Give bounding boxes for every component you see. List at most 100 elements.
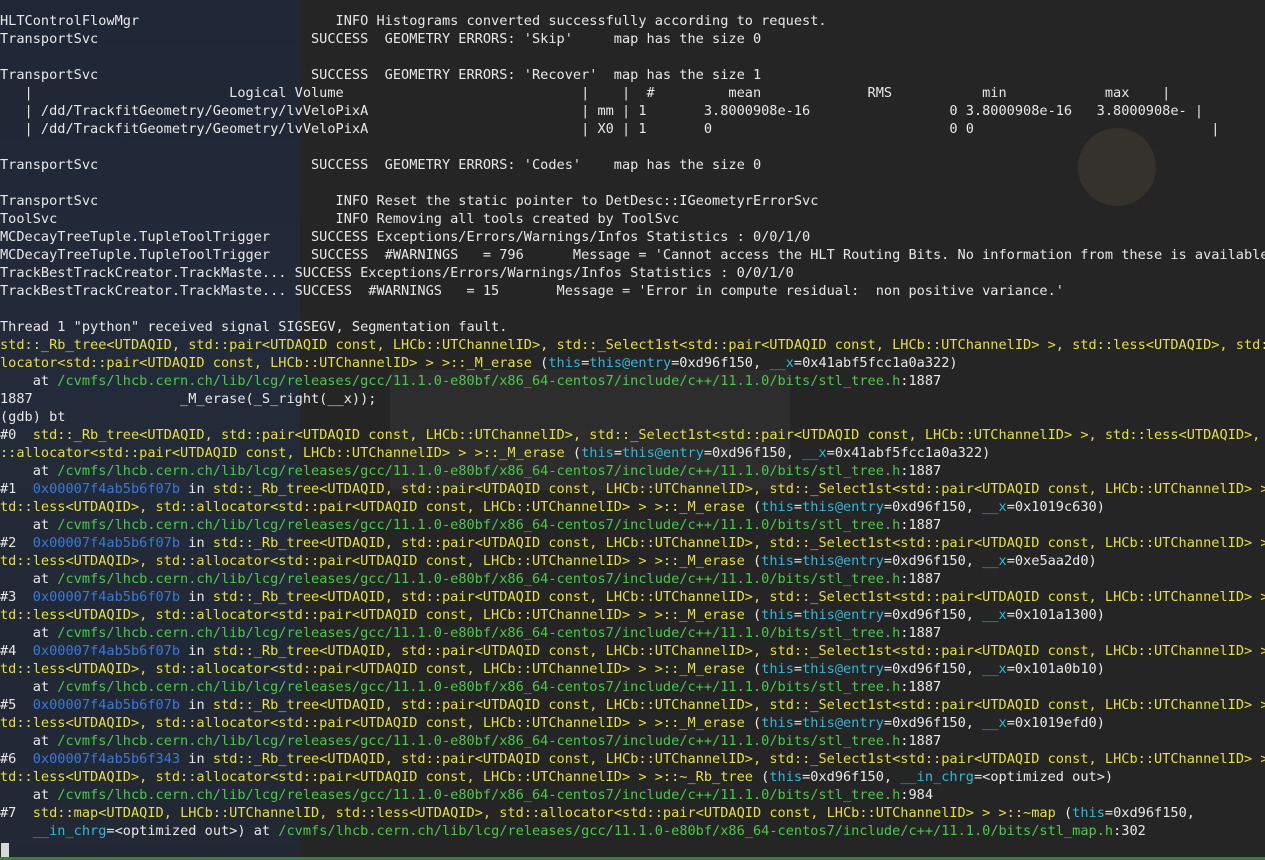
terminal-text-segment: /cvmfs/lhcb.cern.ch/lib/lcg/releases/gcc… <box>57 733 901 749</box>
terminal-text-segment: TransportSvc INFO Reset the static point… <box>0 193 819 209</box>
terminal-line: at /cvmfs/lhcb.cern.ch/lib/lcg/releases/… <box>0 372 1265 390</box>
terminal-text-segment: ( <box>744 715 762 731</box>
terminal-text-segment: this <box>761 607 794 623</box>
terminal-text-segment: =0xd96f150, <box>883 715 983 731</box>
terminal-text-segment: this <box>761 553 794 569</box>
terminal-text-segment: ( <box>744 553 762 569</box>
terminal-text-segment: in <box>180 697 213 713</box>
terminal-text-segment: :1887 <box>900 733 942 749</box>
terminal-line: std::_Rb_tree<UTDAQID, std::pair<UTDAQID… <box>0 336 1265 354</box>
terminal-text-segment: this <box>761 499 794 515</box>
terminal-text-segment: :1887 <box>900 625 942 641</box>
terminal-text-segment: #4 <box>0 643 33 659</box>
terminal-line: at /cvmfs/lhcb.cern.ch/lib/lcg/releases/… <box>0 516 1265 534</box>
terminal-text-segment: std::_Rb_tree<UTDAQID, std::pair<UTDAQID… <box>212 589 1265 605</box>
terminal-text-segment: =0xd96f150, <box>1104 805 1195 821</box>
terminal-line: TransportSvc SUCCESS GEOMETRY ERRORS: 'R… <box>0 66 1265 84</box>
terminal-text-segment: TransportSvc SUCCESS GEOMETRY ERRORS: 'C… <box>0 157 762 173</box>
terminal-text-segment: at <box>0 679 58 695</box>
terminal-line: ::allocator<std::pair<UTDAQID const, LHC… <box>0 444 1265 462</box>
terminal-text-segment: this <box>761 715 794 731</box>
terminal-text-segment: this@entry <box>802 715 884 731</box>
terminal-line: ToolSvc INFO Removing all tools created … <box>0 210 1265 228</box>
terminal-text-segment: =0xd96f150, <box>883 499 983 515</box>
terminal-text-segment: in <box>180 589 213 605</box>
terminal-text-segment: __x <box>802 445 827 461</box>
terminal-line: locator<std::pair<UTDAQID const, LHCb::U… <box>0 354 1265 372</box>
terminal-line: #7 std::map<UTDAQID, LHCb::UTChannelID, … <box>0 804 1265 822</box>
terminal-text-segment: #7 <box>0 805 33 821</box>
terminal-text-segment: /cvmfs/lhcb.cern.ch/lib/lcg/releases/gcc… <box>57 463 901 479</box>
terminal-text-segment: (gdb) bt <box>0 409 66 425</box>
terminal-text-segment: at <box>0 787 58 803</box>
terminal-text-segment: =0xe5aa2d0) <box>1006 553 1097 569</box>
terminal-text-segment: HLTControlFlowMgr INFO Histograms conver… <box>0 13 827 29</box>
terminal-text-segment: td::less<UTDAQID>, std::allocator<std::p… <box>0 715 745 731</box>
terminal-text-segment: std::_Rb_tree<UTDAQID, std::pair<UTDAQID… <box>32 427 1265 443</box>
terminal-text-segment: =0xd96f150, <box>883 553 983 569</box>
terminal-line: td::less<UTDAQID>, std::allocator<std::p… <box>0 660 1265 678</box>
terminal-text-segment: = <box>793 607 803 623</box>
terminal-text-segment: std::_Rb_tree<UTDAQID, std::pair<UTDAQID… <box>212 697 1265 713</box>
terminal-text-segment: this@entry <box>802 661 884 677</box>
terminal-text-segment: this <box>769 769 803 785</box>
terminal-text-segment: = <box>793 715 803 731</box>
terminal-text-segment: :1887 <box>900 679 942 695</box>
terminal-text-segment: =0xd96f150, <box>802 769 901 785</box>
terminal-text-segment: in <box>180 751 213 767</box>
terminal-text-segment: =0x41abf5fcc1a0a322) <box>826 445 991 461</box>
terminal-text-segment: = <box>793 499 803 515</box>
terminal-text-segment: #6 <box>0 751 33 767</box>
terminal-text-segment: /cvmfs/lhcb.cern.ch/lib/lcg/releases/gcc… <box>57 679 901 695</box>
terminal-text-segment: at <box>0 463 58 479</box>
terminal-text-segment: Thread 1 "python" received signal SIGSEG… <box>0 319 508 335</box>
terminal-text-segment: 0x00007f4ab5b6f07b <box>32 589 181 605</box>
terminal-text-segment: =<optimized out>) at <box>106 823 279 839</box>
terminal-text-segment: 1887 _M_erase(_S_right(__x)); <box>0 391 377 407</box>
terminal-text-segment: this <box>548 355 582 371</box>
terminal-text-segment: locator<std::pair<UTDAQID const, LHCb::U… <box>0 355 532 371</box>
terminal-text-segment: /cvmfs/lhcb.cern.ch/lib/lcg/releases/gcc… <box>278 823 1114 839</box>
terminal-text-segment: std::_Rb_tree<UTDAQID, std::pair<UTDAQID… <box>0 337 1265 353</box>
terminal-window[interactable]: HLTControlFlowMgr INFO Histograms conver… <box>0 0 1265 860</box>
terminal-line: at /cvmfs/lhcb.cern.ch/lib/lcg/releases/… <box>0 786 1265 804</box>
terminal-line: #2 0x00007f4ab5b6f07b in std::_Rb_tree<U… <box>0 534 1265 552</box>
terminal-text-segment: | /dd/TrackfitGeometry/Geometry/lvVeloPi… <box>0 103 1204 119</box>
terminal-text-segment: td::less<UTDAQID>, std::allocator<std::p… <box>0 661 745 677</box>
terminal-text-segment: MCDecayTreeTuple.TupleToolTrigger SUCCES… <box>0 229 811 245</box>
terminal-text-segment: in <box>180 535 213 551</box>
terminal-line: HLTControlFlowMgr INFO Histograms conver… <box>0 12 1265 30</box>
terminal-text-segment: std::_Rb_tree<UTDAQID, std::pair<UTDAQID… <box>212 535 1265 551</box>
terminal-text-segment: 0x00007f4ab5b6f07b <box>32 481 181 497</box>
terminal-text-segment: td::less<UTDAQID>, std::allocator<std::p… <box>0 607 745 623</box>
terminal-text-segment: this@entry <box>802 553 884 569</box>
terminal-line: 1887 _M_erase(_S_right(__x)); <box>0 390 1265 408</box>
terminal-text-segment: = <box>613 445 623 461</box>
terminal-text-segment: TrackBestTrackCreator.TrackMaste... SUCC… <box>0 265 794 281</box>
terminal-text-segment: | /dd/TrackfitGeometry/Geometry/lvVeloPi… <box>0 121 1220 137</box>
terminal-text-segment: 0x00007f4ab5b6f07b <box>32 643 181 659</box>
terminal-text-segment: ( <box>564 445 582 461</box>
terminal-line: at /cvmfs/lhcb.cern.ch/lib/lcg/releases/… <box>0 570 1265 588</box>
terminal-text-segment: in <box>180 643 213 659</box>
terminal-text-segment: =0xd96f150, <box>883 607 983 623</box>
terminal-text-segment: this@entry <box>802 499 884 515</box>
terminal-text-segment: | Logical Volume | | # mean RMS min max … <box>0 85 1171 101</box>
terminal-text-segment: this <box>761 661 794 677</box>
terminal-line: TransportSvc SUCCESS GEOMETRY ERRORS: 'C… <box>0 156 1265 174</box>
terminal-line: (gdb) bt <box>0 408 1265 426</box>
terminal-text-segment: td::less<UTDAQID>, std::allocator<std::p… <box>0 499 745 515</box>
terminal-text-segment: std::_Rb_tree<UTDAQID, std::pair<UTDAQID… <box>212 481 1265 497</box>
terminal-text-segment: :1887 <box>900 373 942 389</box>
terminal-text-segment: /cvmfs/lhcb.cern.ch/lib/lcg/releases/gcc… <box>57 625 901 641</box>
terminal-text-segment: in <box>180 481 213 497</box>
terminal-text-segment: TransportSvc SUCCESS GEOMETRY ERRORS: 'S… <box>0 31 762 47</box>
terminal-line: Thread 1 "python" received signal SIGSEG… <box>0 318 1265 336</box>
terminal-text-segment: 0x00007f4ab5b6f07b <box>32 535 181 551</box>
terminal-text-segment: =0xd96f150, <box>671 355 770 371</box>
terminal-line: TransportSvc INFO Reset the static point… <box>0 192 1265 210</box>
